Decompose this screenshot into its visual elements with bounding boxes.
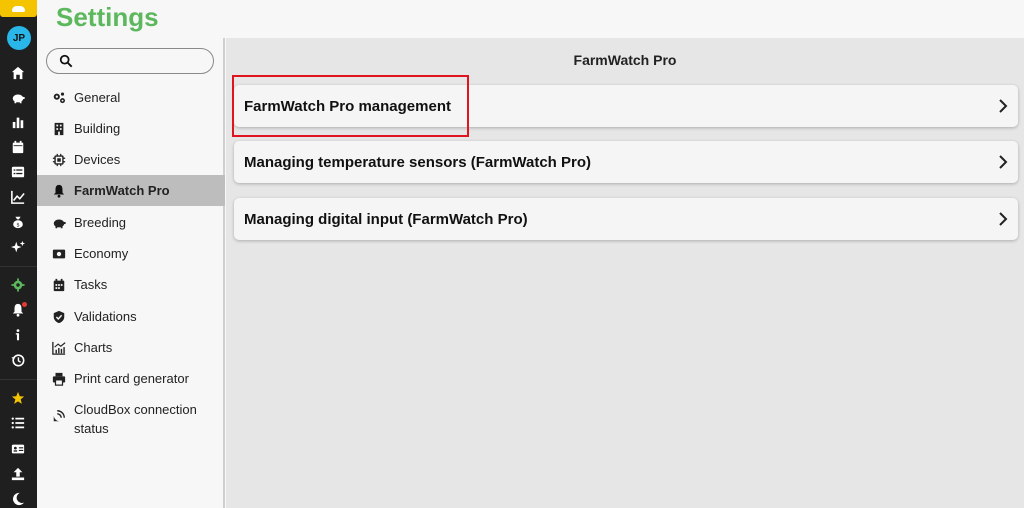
nav-item-label: Charts [74,340,113,355]
nav-item-general[interactable]: General [37,82,225,113]
star-icon[interactable] [9,389,27,407]
gear-icon[interactable] [9,276,27,294]
nav-item-farmwatch-pro[interactable]: FarmWatch Pro [37,175,225,206]
piggy-bank-icon[interactable] [9,89,27,107]
nav-item-devices[interactable]: Devices [37,144,225,175]
calendar-icon [52,278,66,292]
nav-item-print-card-generator[interactable]: Print card generator [37,363,225,394]
money-icon [52,247,66,261]
list-icon[interactable] [9,414,27,432]
nav-item-label: Economy [74,246,129,261]
nav-item-validations[interactable]: Validations [37,301,225,332]
search-input[interactable] [46,48,214,74]
card-label: Managing temperature sensors (FarmWatch … [244,153,592,171]
nav-item-label: Print card generator [74,371,189,386]
nav-item-label: Tasks [74,277,108,292]
bar-chart-icon[interactable] [9,113,27,131]
chip-icon [52,153,66,167]
svg-text:$: $ [16,222,19,228]
nav-item-label: CloudBox connection status [74,402,197,436]
nav-item-label: FarmWatch Pro [74,183,170,198]
nav-item-label: Building [74,121,121,136]
calendar-icon[interactable] [9,138,27,156]
app-logo [0,0,37,17]
card-managing-digital-input[interactable]: Managing digital input (FarmWatch Pro) [234,198,1018,240]
user-avatar[interactable]: JP [7,26,31,50]
page-title: Settings [56,2,159,32]
nav-item-label: Devices [74,152,121,167]
card-managing-temperature-sensors[interactable]: Managing temperature sensors (FarmWatch … [234,141,1018,183]
settings-nav: General Building Devices FarmWatch Pro B… [37,38,225,508]
nav-item-breeding[interactable]: Breeding [37,207,225,238]
nav-item-tasks[interactable]: Tasks [37,269,225,300]
line-chart-icon[interactable] [9,188,27,206]
satellite-icon [52,409,66,423]
nav-item-economy[interactable]: Economy [37,238,225,269]
nav-item-cloudbox-connection-status[interactable]: CloudBox connection status [37,400,225,440]
chevron-right-icon [999,212,1008,226]
notification-dot [22,302,27,307]
printer-icon [52,372,66,386]
chart-icon [52,341,66,355]
app-rail: JP $ [0,0,37,508]
id-card-icon[interactable] [9,440,27,458]
upload-icon[interactable] [9,465,27,483]
building-icon [52,122,66,136]
sparkles-icon[interactable] [9,238,27,256]
bell-icon [52,184,66,198]
nav-item-label: General [74,90,121,105]
rail-divider [0,266,37,267]
nav-item-label: Breeding [74,215,127,230]
section-header: FarmWatch Pro [573,52,677,68]
card-label: Managing digital input (FarmWatch Pro) [244,210,528,228]
search-icon [59,54,73,68]
moon-icon[interactable] [9,490,27,508]
piggy-bank-icon [52,216,66,230]
bell-icon[interactable] [9,301,27,319]
nav-item-charts[interactable]: Charts [37,332,225,363]
money-bag-icon[interactable]: $ [9,213,27,231]
history-icon[interactable] [9,351,27,369]
chevron-right-icon [999,155,1008,169]
gears-icon [52,91,66,105]
nav-item-building[interactable]: Building [37,113,225,144]
home-icon[interactable] [9,64,27,82]
list-icon[interactable] [9,163,27,181]
shield-check-icon [52,310,66,324]
chevron-right-icon [999,99,1008,113]
rail-divider [0,379,37,380]
nav-item-label: Validations [74,309,137,324]
info-icon[interactable] [9,326,27,344]
highlight-box [232,75,469,137]
